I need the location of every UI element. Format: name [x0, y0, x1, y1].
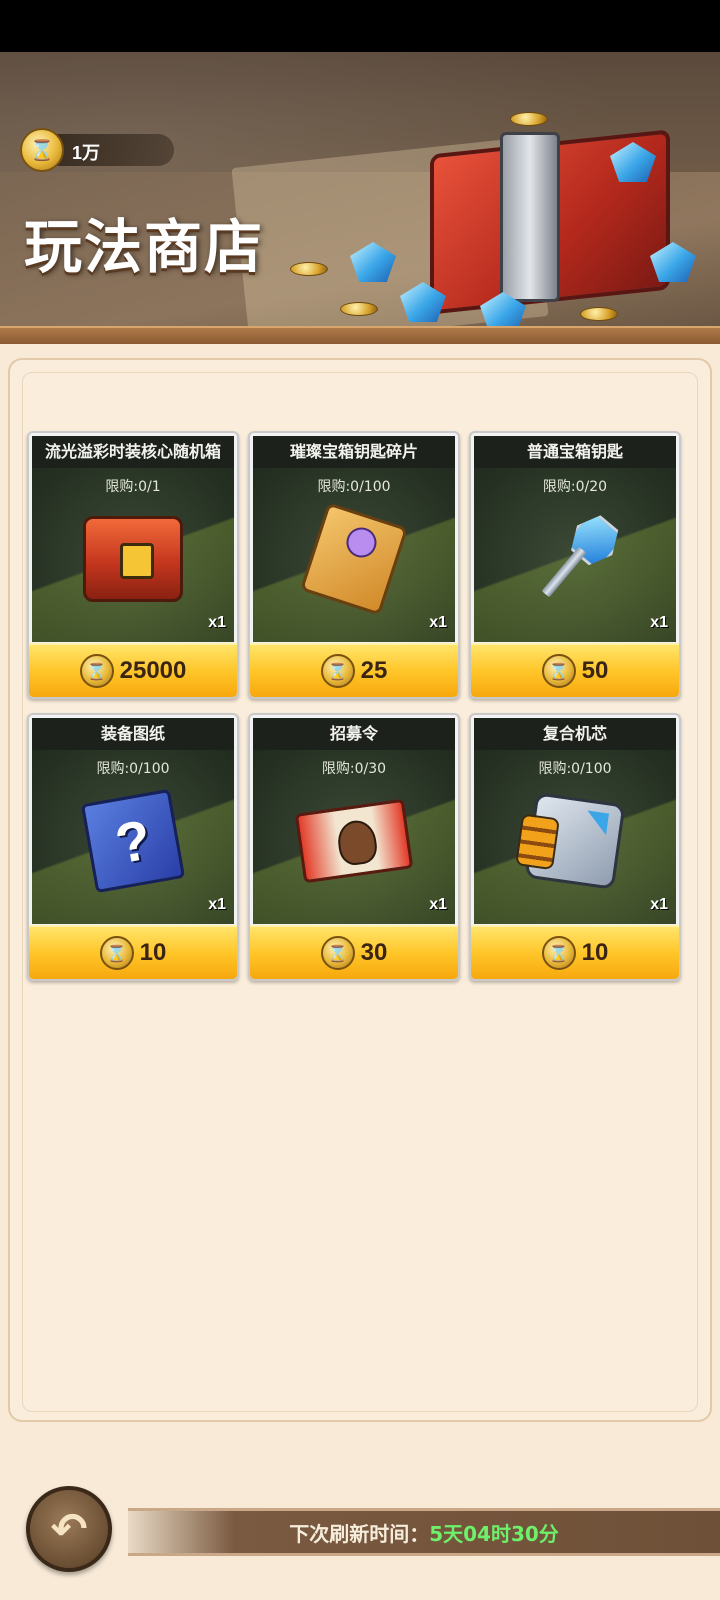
hourglass-coin-icon: ⌛ — [99, 936, 134, 970]
chest-metal-lock — [500, 132, 560, 302]
item-quantity: x1 — [208, 614, 226, 631]
banner-border — [0, 326, 720, 344]
item-purchase-limit: 限购:0/100 — [96, 761, 170, 777]
item-icon-wrap — [294, 786, 414, 896]
item-name: 璀璨宝箱钥匙碎片 — [253, 436, 455, 468]
currency-display: ⌛ 1万 — [20, 128, 174, 172]
page-title: 玩法商店 — [24, 213, 265, 281]
refresh-countdown: 5天04时30分 — [429, 1521, 559, 1546]
hourglass-coin-icon: ⌛ — [79, 654, 114, 688]
hourglass-coin-icon: ⌛ — [541, 654, 576, 688]
shop-item-card[interactable]: 招募令 限购:0/30 x1 ⌛ 30 — [248, 713, 460, 981]
hourglass-coin-icon: ⌛ — [541, 936, 576, 970]
item-purchase-limit: 限购:0/1 — [105, 479, 161, 495]
item-price: 10 — [581, 939, 609, 966]
item-display: 普通宝箱钥匙 限购:0/20 x1 — [474, 436, 676, 642]
item-name: 流光溢彩时装核心随机箱 — [32, 436, 234, 468]
currency-amount: 1万 — [72, 143, 101, 163]
item-price: 10 — [139, 939, 167, 966]
item-quantity: x1 — [650, 896, 668, 913]
item-name: 普通宝箱钥匙 — [474, 436, 676, 468]
gold-coin-icon — [290, 262, 328, 276]
hourglass-coin-icon: ⌛ — [320, 936, 355, 970]
red-chest-icon — [83, 516, 183, 602]
item-icon-wrap — [520, 786, 630, 896]
item-display: 流光溢彩时装核心随机箱 限购:0/1 x1 — [32, 436, 234, 642]
core-chip-icon — [524, 792, 626, 890]
item-quantity: x1 — [429, 896, 447, 913]
item-icon-wrap — [299, 502, 409, 616]
shop-item-card[interactable]: 复合机芯 限购:0/100 x1 ⌛ 10 — [469, 713, 681, 981]
status-bar — [0, 0, 720, 52]
blueprint-question-icon: ? — [80, 788, 186, 894]
gold-coin-icon — [510, 112, 548, 126]
hourglass-coin-icon: ⌛ — [320, 654, 355, 688]
shop-item-card[interactable]: 装备图纸 限购:0/100 ? x1 ⌛ 10 — [27, 713, 239, 981]
item-display: 复合机芯 限购:0/100 x1 — [474, 718, 676, 924]
blue-key-icon — [528, 508, 623, 610]
hourglass-coin-icon: ⌛ — [20, 128, 64, 172]
item-price: 25 — [360, 657, 388, 684]
item-display: 璀璨宝箱钥匙碎片 限购:0/100 x1 — [253, 436, 455, 642]
item-icon-wrap — [78, 504, 188, 614]
item-purchase-limit: 限购:0/20 — [542, 479, 608, 495]
buy-button[interactable]: ⌛ 30 — [250, 925, 458, 979]
item-name: 复合机芯 — [474, 718, 676, 750]
back-arrow-icon: ↶ — [50, 1503, 88, 1555]
recruit-ticket-icon — [294, 798, 414, 884]
item-purchase-limit: 限购:0/100 — [317, 479, 391, 495]
back-button[interactable]: ↶ — [26, 1486, 112, 1572]
gold-coin-icon — [340, 302, 378, 316]
shop-banner: ⌛ 1万 玩法商店 — [0, 52, 720, 344]
item-purchase-limit: 限购:0/100 — [538, 761, 612, 777]
item-icon-wrap — [520, 504, 630, 614]
buy-button[interactable]: ⌛ 10 — [29, 925, 237, 979]
item-display: 招募令 限购:0/30 x1 — [253, 718, 455, 924]
item-name: 装备图纸 — [32, 718, 234, 750]
buy-button[interactable]: ⌛ 50 — [471, 643, 679, 697]
item-icon-wrap: ? — [78, 786, 188, 896]
refresh-label: 下次刷新时间： — [289, 1521, 430, 1546]
key-fragment-icon — [299, 502, 409, 616]
buy-button[interactable]: ⌛ 25000 — [29, 643, 237, 697]
item-price: 50 — [581, 657, 609, 684]
shop-item-card[interactable]: 璀璨宝箱钥匙碎片 限购:0/100 x1 ⌛ 25 — [248, 431, 460, 699]
item-display: 装备图纸 限购:0/100 ? x1 — [32, 718, 234, 924]
buy-button[interactable]: ⌛ 25 — [250, 643, 458, 697]
item-quantity: x1 — [429, 614, 447, 631]
item-price: 30 — [360, 939, 388, 966]
shop-item-card[interactable]: 普通宝箱钥匙 限购:0/20 x1 ⌛ 50 — [469, 431, 681, 699]
gold-coin-icon — [580, 307, 618, 321]
shop-item-card[interactable]: 流光溢彩时装核心随机箱 限购:0/1 x1 ⌛ 25000 — [27, 431, 239, 699]
treasure-chest-art — [290, 92, 720, 342]
item-quantity: x1 — [650, 614, 668, 631]
item-name: 招募令 — [253, 718, 455, 750]
buy-button[interactable]: ⌛ 10 — [471, 925, 679, 979]
item-quantity: x1 — [208, 896, 226, 913]
refresh-timer-bar: 下次刷新时间： 5天04时30分 — [128, 1508, 720, 1556]
diamond-icon — [350, 242, 396, 282]
item-purchase-limit: 限购:0/30 — [321, 761, 387, 777]
item-price: 25000 — [119, 657, 187, 684]
